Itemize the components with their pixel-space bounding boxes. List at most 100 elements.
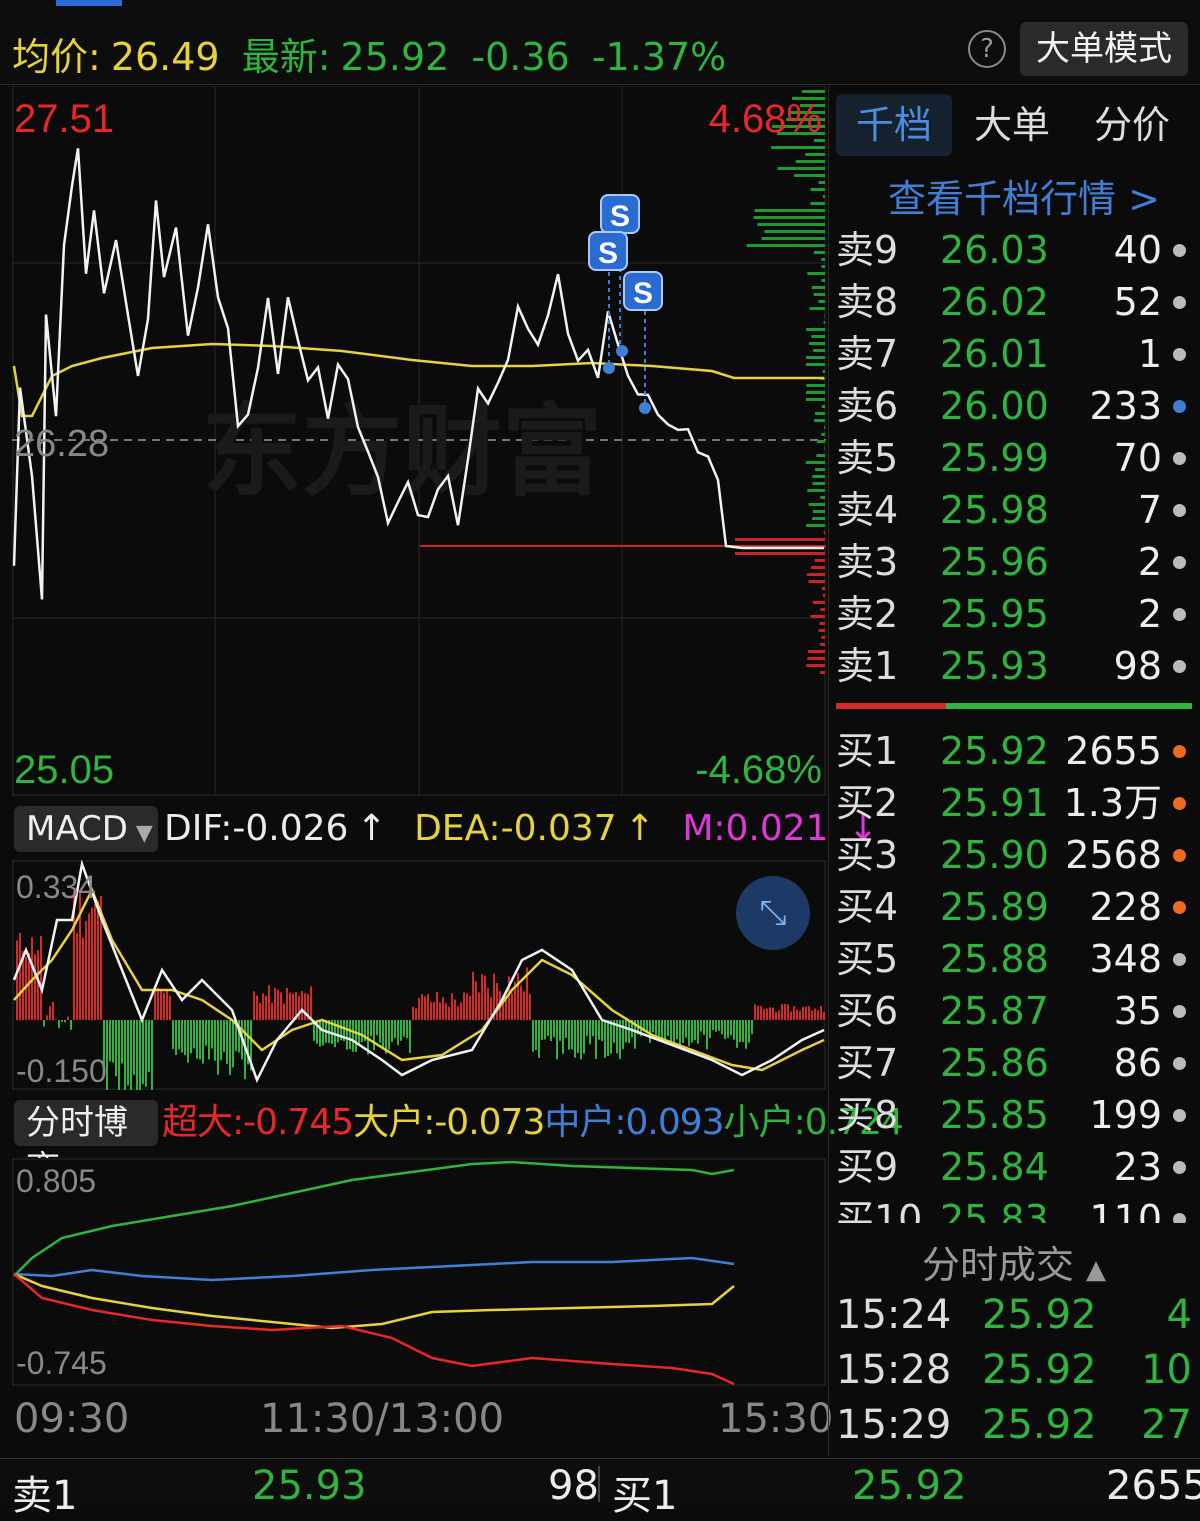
macd-indicator-select[interactable]: MACD ▼: [14, 806, 158, 852]
price-change: -0.36: [471, 35, 570, 79]
macd-bar: [184, 1020, 186, 1056]
ask-row[interactable]: 卖2 25.95 2: [836, 588, 1192, 640]
macd-bar: [529, 993, 531, 1020]
order-volume-bar: [820, 496, 825, 499]
large-order-mode-button[interactable]: 大单模式: [1020, 22, 1188, 76]
fenshi-boyi-select[interactable]: 分时博弈▼: [14, 1100, 158, 1189]
ask-row[interactable]: 卖1 25.93 98: [836, 640, 1192, 692]
macd-bar: [142, 1020, 144, 1085]
ask-row[interactable]: 卖5 25.99 70: [836, 432, 1192, 484]
macd-bar: [139, 1020, 141, 1090]
macd-bar: [517, 973, 519, 1020]
order-volume-bar: [807, 489, 825, 492]
bid-row[interactable]: 买3 25.90 2568: [836, 829, 1192, 881]
order-volume-bar: [812, 517, 825, 520]
macd-bar: [760, 1006, 762, 1020]
macd-bar: [127, 1020, 129, 1086]
bid-row[interactable]: 买5 25.88 348: [836, 933, 1192, 985]
macd-bar: [256, 995, 258, 1020]
macd-select-label: MACD: [26, 809, 128, 849]
fenshi-boyi-chart[interactable]: 0.805 -0.745: [12, 1158, 826, 1386]
question-circle-icon[interactable]: ?: [968, 30, 1006, 68]
bid-row[interactable]: 买6 25.87 35: [836, 985, 1192, 1037]
order-dot-icon: [1173, 849, 1186, 862]
macd-bar: [571, 1020, 573, 1050]
order-volume-bar: [821, 405, 825, 408]
ask-row[interactable]: 卖9 26.03 40: [836, 224, 1192, 276]
macd-bar: [553, 1020, 555, 1038]
bid-row[interactable]: 买4 25.89 228: [836, 881, 1192, 933]
view-qiandang-link[interactable]: 查看千档行情 >: [888, 168, 1160, 223]
macd-bar: [592, 1020, 594, 1037]
macd-bar: [55, 1019, 57, 1020]
ask-row[interactable]: 卖3 25.96 2: [836, 536, 1192, 588]
ask-row[interactable]: 卖6 26.00 233: [836, 380, 1192, 432]
ask-row[interactable]: 卖7 26.01 1: [836, 328, 1192, 380]
macd-bar: [664, 1020, 666, 1039]
bid-row[interactable]: 买10 25.83 110: [836, 1193, 1192, 1223]
macd-bar: [691, 1020, 693, 1043]
intraday-price-chart[interactable]: 东方财富 S S S 27.51 26.28 25.05 4.68% -4.68…: [12, 86, 826, 796]
macd-bar: [535, 1020, 537, 1050]
time-start-label: 09:30: [14, 1396, 130, 1442]
bid-level-label: 买10: [836, 1197, 923, 1223]
bottom-bid-price: 25.92: [852, 1463, 967, 1509]
macd-bar: [757, 1005, 759, 1020]
macd-bar: [118, 1020, 120, 1090]
ask-row[interactable]: 卖8 26.02 52: [836, 276, 1192, 328]
tab-qiandang[interactable]: 千档: [836, 94, 952, 156]
bid-volume: 2568: [1065, 833, 1162, 877]
macd-bar: [709, 1020, 711, 1039]
macd-bar: [190, 1020, 192, 1054]
bid-row[interactable]: 买9 25.84 23: [836, 1141, 1192, 1193]
trades-header[interactable]: 分时成交 ▲: [828, 1234, 1200, 1289]
bottom-ask-label: 卖1: [12, 1473, 78, 1519]
tab-dadan[interactable]: 大单: [952, 94, 1072, 156]
bid-level-label: 买2: [836, 781, 899, 825]
macd-bar: [370, 1020, 372, 1037]
macd-bar: [136, 1020, 138, 1090]
macd-bar: [34, 954, 36, 1020]
macd-bar: [112, 1020, 114, 1063]
macd-bar: [550, 1020, 552, 1042]
macd-bar: [775, 1011, 777, 1020]
macd-bar: [625, 1020, 627, 1043]
macd-bar: [685, 1020, 687, 1038]
macd-bar: [388, 1020, 390, 1050]
avg-price-label: 均价:: [12, 35, 101, 79]
bid-row[interactable]: 买7 25.86 86: [836, 1037, 1192, 1089]
macd-bar: [574, 1020, 576, 1058]
expand-arrows-icon[interactable]: ⤡: [736, 876, 810, 950]
macd-bar: [310, 986, 312, 1020]
macd-bar: [262, 993, 264, 1020]
macd-chart[interactable]: 0.334 -0.150: [12, 860, 826, 1090]
fenshi-boyi-values: 超大:-0.745大户:-0.073中户:0.093小户:0.724: [162, 1100, 904, 1146]
bid-row[interactable]: 买2 25.91 1.3万: [836, 777, 1192, 829]
macd-bar: [580, 1020, 582, 1060]
macd-bar: [19, 932, 21, 1020]
trade-price: 25.92: [982, 1402, 1097, 1448]
macd-bar: [412, 1006, 414, 1020]
macd-bar: [379, 1020, 381, 1043]
order-dot-icon: [1173, 1213, 1186, 1223]
bid-row[interactable]: 买1 25.92 2655: [836, 725, 1192, 777]
macd-bar: [448, 1006, 450, 1020]
macd-bar: [403, 1020, 405, 1037]
order-volume-bar: [824, 447, 825, 450]
order-dot-icon: [1173, 1161, 1186, 1174]
svg-text:S: S: [633, 277, 653, 310]
macd-bar: [694, 1020, 696, 1041]
ask-row[interactable]: 卖4 25.98 7: [836, 484, 1192, 536]
order-dot-icon: [1173, 556, 1186, 569]
ask-ratio-bar: [836, 703, 946, 709]
bid-level-label: 买4: [836, 885, 899, 929]
svg-text:S: S: [598, 237, 618, 270]
macd-bar: [484, 975, 486, 1020]
ask-price: 25.95: [940, 592, 1049, 636]
bid-row[interactable]: 买8 25.85 199: [836, 1089, 1192, 1141]
top-tab-indicator: [56, 0, 122, 6]
tab-fenjia[interactable]: 分价: [1072, 94, 1192, 156]
order-volume-bar: [753, 216, 825, 219]
macd-bar: [70, 1020, 72, 1030]
macd-bar: [193, 1020, 195, 1049]
